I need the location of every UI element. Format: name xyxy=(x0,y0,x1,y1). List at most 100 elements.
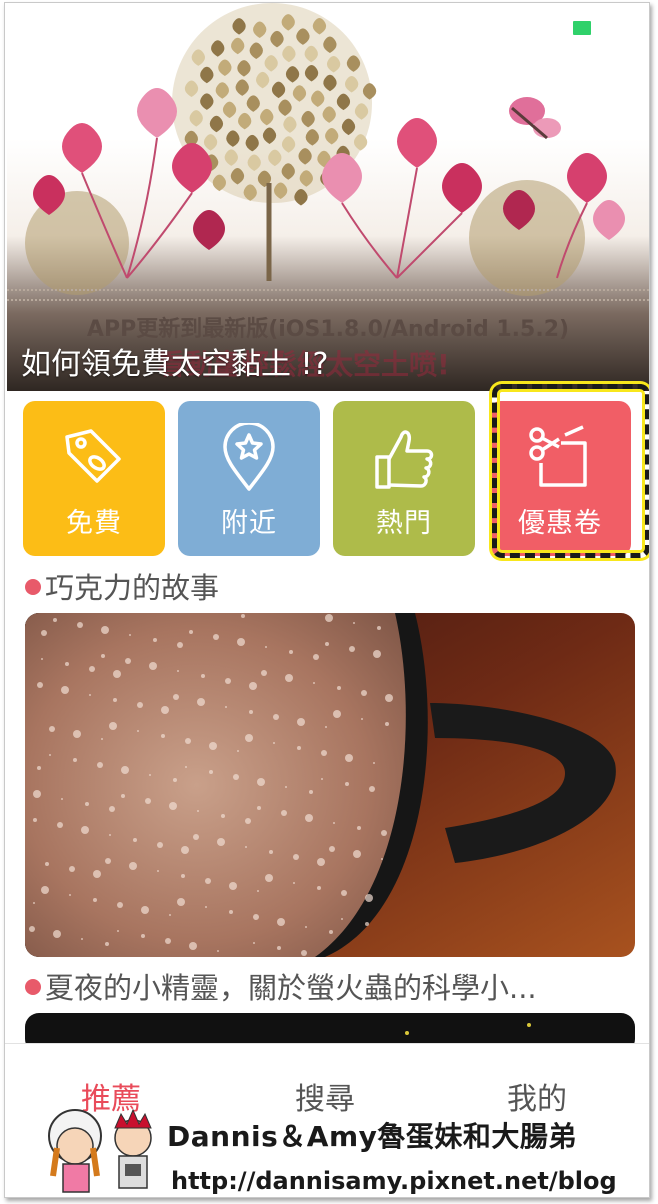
foam-bubble xyxy=(213,634,219,640)
foam-bubble xyxy=(233,774,239,780)
foam-bubble xyxy=(109,806,115,812)
foam-bubble xyxy=(217,838,225,846)
foam-bubble xyxy=(225,706,227,708)
foam-bubble xyxy=(177,670,179,672)
foam-bubble xyxy=(169,914,171,916)
foam-bubble xyxy=(61,686,69,694)
foam-bubble xyxy=(149,774,151,776)
foam-bubble xyxy=(365,894,373,902)
foam-bubble xyxy=(201,674,205,678)
foam-bubble xyxy=(317,886,321,890)
foam-bubble xyxy=(137,702,143,708)
bullet-dot-icon xyxy=(25,979,41,995)
foam-bubble xyxy=(265,646,267,648)
foam-bubble xyxy=(141,934,145,938)
foam-bubble xyxy=(377,626,381,630)
watermark-cartoon-logo xyxy=(48,1108,152,1193)
foam-bubble xyxy=(205,878,211,884)
foam-bubble xyxy=(333,710,341,718)
foam-bubble xyxy=(65,662,69,666)
foam-bubble xyxy=(257,778,265,786)
foam-bubble xyxy=(325,726,327,728)
foam-bubble xyxy=(193,834,199,840)
article-title-2[interactable]: 夏夜的小精靈，關於螢火蟲的科學小... xyxy=(25,965,625,1007)
foam-bubble xyxy=(249,710,253,714)
article-title-1-text: 巧克力的故事 xyxy=(45,571,220,605)
foam-bubble xyxy=(89,694,91,696)
foam-bubble xyxy=(29,614,31,616)
foam-bubble xyxy=(149,662,157,670)
price-tag-icon xyxy=(23,423,165,495)
foam-bubble xyxy=(365,922,369,926)
category-free-button[interactable]: 免費 xyxy=(23,401,165,556)
foam-bubble xyxy=(321,778,323,780)
foam-bubble xyxy=(269,850,273,854)
promo-banner[interactable]: APP更新到最新版(iOS1.8.0/Android 1.5.2) 看動畫輕鬆經… xyxy=(7,3,649,391)
article-title-1[interactable]: 巧克力的故事 xyxy=(25,565,625,607)
foam-bubble xyxy=(41,886,49,894)
category-nearby-button[interactable]: 附近 xyxy=(178,401,320,556)
foam-bubble xyxy=(197,810,199,812)
foam-bubble xyxy=(237,638,245,646)
foam-bubble xyxy=(101,738,103,740)
category-nearby-label: 附近 xyxy=(221,508,277,539)
foam-bubble xyxy=(381,858,383,860)
foam-bubble xyxy=(117,902,123,908)
foam-bubble xyxy=(217,950,219,952)
foam-bubble xyxy=(353,850,361,858)
category-popular-label: 熱門 xyxy=(376,508,432,539)
foam-bubble xyxy=(49,726,55,732)
foam-bubble xyxy=(121,766,129,774)
foam-bubble xyxy=(153,638,157,642)
foam-bubble xyxy=(325,642,329,646)
foam-bubble xyxy=(41,630,47,636)
foam-bubble xyxy=(253,914,259,920)
foam-bubble xyxy=(161,734,165,738)
foam-bubble xyxy=(93,898,97,902)
foam-bubble xyxy=(321,750,327,756)
foam-bubble xyxy=(373,650,381,658)
foam-bubble xyxy=(285,786,287,788)
foam-bubble xyxy=(161,706,169,714)
foam-bubble xyxy=(293,854,299,860)
foam-bubble xyxy=(277,918,285,926)
foam-bubble xyxy=(345,782,349,786)
banner-divider xyxy=(7,289,649,301)
article-title-2-text: 夏夜的小精靈，關於螢火蟲的科學小... xyxy=(45,971,537,1005)
foam-bubble xyxy=(297,746,301,750)
foam-bubble xyxy=(229,910,233,914)
foam-bubble xyxy=(141,906,149,914)
foam-bubble xyxy=(41,658,43,660)
foam-bubble xyxy=(261,670,267,676)
tab-mine[interactable]: 我的 xyxy=(507,1074,567,1118)
coupon-highlight-marker xyxy=(492,384,649,558)
foam-bubble xyxy=(313,682,315,684)
foam-bubble xyxy=(37,766,41,770)
foam-bubble xyxy=(157,842,163,848)
foam-bubble xyxy=(333,822,335,824)
foam-bubble xyxy=(385,694,393,702)
foam-bubble xyxy=(353,622,355,624)
foam-bubble xyxy=(205,906,207,908)
foam-bubble xyxy=(53,930,61,938)
foam-bubble xyxy=(237,750,239,752)
firefly-speck xyxy=(527,1023,531,1027)
foam-bubble xyxy=(53,618,57,622)
foam-bubble xyxy=(281,810,287,816)
foam-bubble xyxy=(289,650,293,654)
foam-bubble xyxy=(341,918,343,920)
location-pin-star-icon xyxy=(178,423,320,495)
foam-bubble xyxy=(97,762,103,768)
foam-bubble xyxy=(253,942,255,944)
foam-bubble xyxy=(109,834,111,836)
foam-bubble xyxy=(109,722,117,730)
foam-bubble xyxy=(301,950,307,956)
foam-bubble xyxy=(133,838,137,842)
article-image-1[interactable] xyxy=(25,613,635,957)
firefly-speck xyxy=(405,1031,409,1035)
category-popular-button[interactable]: 熱門 xyxy=(333,401,475,556)
foam-bubble xyxy=(113,698,117,702)
foam-bubble xyxy=(137,730,139,732)
tab-search[interactable]: 搜尋 xyxy=(295,1074,355,1118)
foam-bubble xyxy=(249,682,257,690)
